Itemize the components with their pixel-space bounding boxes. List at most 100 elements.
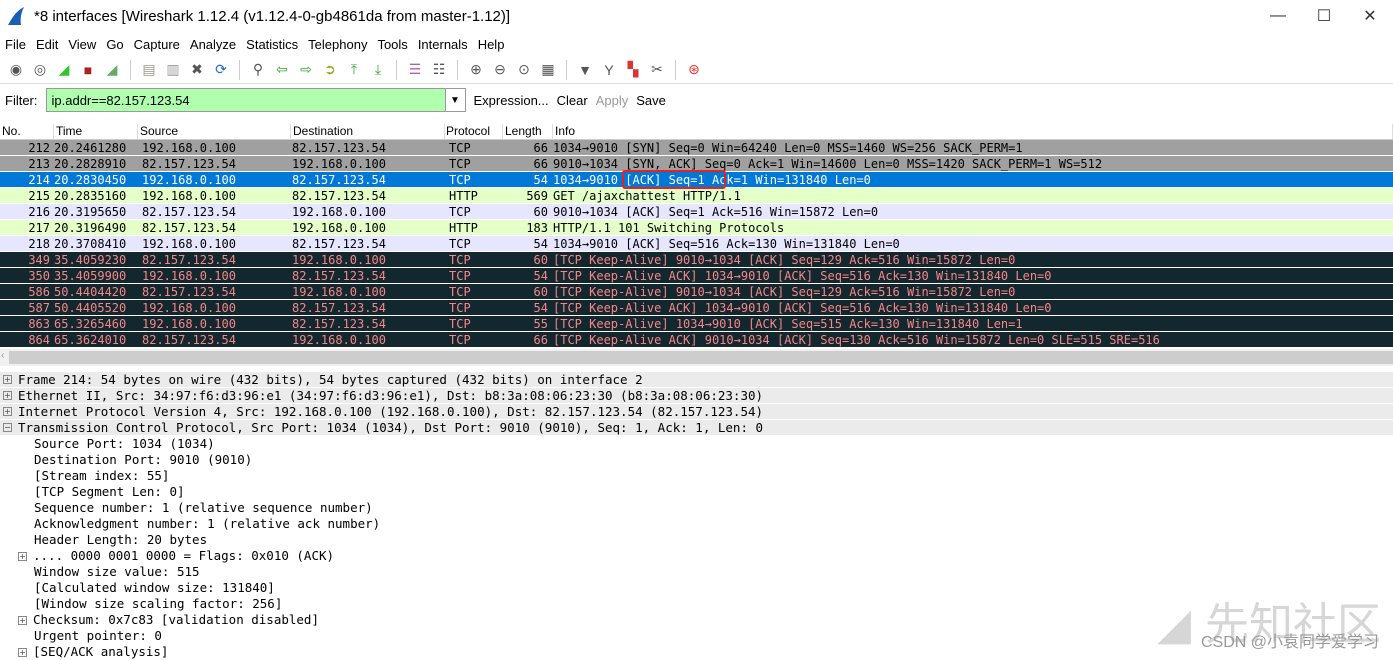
column-header-protocol[interactable]: Protocol — [445, 124, 503, 139]
detail-tree-item[interactable]: Header Length: 20 bytes — [0, 532, 1393, 548]
detail-tree-item[interactable]: + Ethernet II, Src: 34:97:f6:d3:96:e1 (34… — [0, 388, 1393, 404]
filter-dropdown-button[interactable]: ▼ — [445, 88, 466, 112]
detail-tree-item[interactable]: − Transmission Control Protocol, Src Port… — [0, 420, 1393, 436]
colorize-button[interactable]: ☰ — [405, 60, 425, 80]
first-packet-button[interactable]: ⤒ — [344, 60, 364, 80]
reload-button[interactable]: ⟳ — [211, 60, 231, 80]
zoom-in-button[interactable]: ⊕ — [466, 60, 486, 80]
packet-row[interactable]: 350 35.4059900 192.168.0.100 82.157.123.54 T… — [0, 268, 1393, 284]
packet-time: 20.3708410 — [54, 237, 127, 251]
expand-icon[interactable]: + — [3, 407, 12, 416]
packet-destination: 192.168.0.100 — [292, 221, 386, 235]
packet-row[interactable]: 215 20.2835160 192.168.0.100 82.157.123.54 H… — [0, 188, 1393, 204]
collapse-icon[interactable]: − — [3, 423, 12, 432]
detail-tree-item[interactable]: Window size value: 515 — [0, 564, 1393, 580]
menu-edit[interactable]: Edit — [36, 37, 58, 52]
detail-tree-item[interactable]: [Stream index: 55] — [0, 468, 1393, 484]
stop-capture-button[interactable]: ■ — [78, 60, 98, 80]
expand-icon[interactable]: + — [18, 647, 27, 657]
detail-tree-item[interactable]: + Internet Protocol Version 4, Src: 192.1… — [0, 404, 1393, 420]
go-back-button[interactable]: ⇦ — [272, 60, 292, 80]
interfaces-button[interactable]: ◉ — [6, 60, 26, 80]
save-button[interactable]: Save — [636, 93, 666, 108]
close-button[interactable]: ✕ — [1347, 0, 1393, 32]
resize-columns-button[interactable]: ▦ — [538, 60, 558, 80]
menu-help[interactable]: Help — [478, 37, 505, 52]
open-file-button[interactable]: ▤ — [139, 60, 159, 80]
maximize-button[interactable]: ☐ — [1301, 0, 1347, 32]
zoom-out-button[interactable]: ⊖ — [490, 60, 510, 80]
column-header-source[interactable]: Source — [138, 124, 291, 139]
packet-row[interactable]: 587 50.4405520 192.168.0.100 82.157.123.54 T… — [0, 300, 1393, 316]
packet-row[interactable]: 586 50.4404420 82.157.123.54 192.168.0.100 T… — [0, 284, 1393, 300]
menu-view[interactable]: View — [68, 37, 96, 52]
column-header-no[interactable]: No. — [0, 124, 54, 139]
packet-length: 60 — [533, 253, 548, 267]
menu-telephony[interactable]: Telephony — [308, 37, 367, 52]
packet-time: 20.2461280 — [54, 141, 127, 155]
detail-tree-item[interactable]: + Frame 214: 54 bytes on wire (432 bits),… — [0, 372, 1393, 388]
clear-button[interactable]: Clear — [557, 93, 588, 108]
menu-capture[interactable]: Capture — [134, 37, 180, 52]
detail-tree-item[interactable]: [TCP Segment Len: 0] — [0, 484, 1393, 500]
stop-capture-icon: ■ — [83, 61, 93, 78]
menu-analyze[interactable]: Analyze — [190, 37, 236, 52]
column-header-time[interactable]: Time — [54, 124, 138, 139]
menu-file[interactable]: File — [5, 37, 26, 52]
detail-tree-item[interactable]: Acknowledgment number: 1 (relative ack n… — [0, 516, 1393, 532]
column-header-info[interactable]: Info — [553, 124, 1393, 139]
packet-length: 55 — [533, 317, 548, 331]
column-header-length[interactable]: Length — [503, 124, 553, 139]
scrollbar-thumb[interactable] — [9, 351, 1393, 364]
expand-icon[interactable]: + — [3, 375, 12, 384]
coloring-rules-button[interactable]: ▚ — [623, 60, 643, 80]
toolbar-separator — [675, 59, 676, 80]
packet-info: 1034→9010 [SYN] Seq=0 Win=64240 Len=0 MS… — [553, 141, 1023, 155]
detail-tree-item[interactable]: + .... 0000 0001 0000 = Flags: 0x010 (ACK… — [0, 548, 1393, 564]
filter-input[interactable]: ip.addr==82.157.123.54 — [45, 88, 446, 112]
last-packet-button[interactable]: ⤓ — [368, 60, 388, 80]
reload-icon: ⟳ — [215, 61, 227, 77]
packet-row[interactable]: 216 20.3195650 82.157.123.54 192.168.0.100 T… — [0, 204, 1393, 220]
preferences-button[interactable]: ✂ — [647, 60, 667, 80]
packet-protocol: TCP — [449, 301, 471, 315]
find-packet-button[interactable]: ⚲ — [248, 60, 268, 80]
detail-tree-item[interactable]: Source Port: 1034 (1034) — [0, 436, 1393, 452]
minimize-button[interactable]: — — [1255, 0, 1301, 32]
packet-row[interactable]: 212 20.2461280 192.168.0.100 82.157.123.54 T… — [0, 140, 1393, 156]
expand-icon[interactable]: + — [3, 391, 12, 400]
capture-options-button[interactable]: ◎ — [30, 60, 50, 80]
packet-row[interactable]: 864 65.3624010 82.157.123.54 192.168.0.100 T… — [0, 332, 1393, 348]
help-button[interactable]: ⊛ — [684, 60, 704, 80]
expand-icon[interactable]: + — [18, 615, 27, 625]
packet-source: 192.168.0.100 — [142, 317, 236, 331]
menu-internals[interactable]: Internals — [418, 37, 468, 52]
scroll-left-icon[interactable]: ‹ — [1, 350, 4, 361]
apply-button[interactable]: Apply — [596, 93, 629, 108]
packet-row[interactable]: 863 65.3265460 192.168.0.100 82.157.123.54 T… — [0, 316, 1393, 332]
go-forward-button[interactable]: ⇨ — [296, 60, 316, 80]
horizontal-scrollbar[interactable]: ‹ — [0, 349, 1393, 366]
packet-row[interactable]: 217 20.3196490 82.157.123.54 192.168.0.100 H… — [0, 220, 1393, 236]
restart-capture-button[interactable]: ◢ — [102, 60, 122, 80]
menu-statistics[interactable]: Statistics — [246, 37, 298, 52]
menu-go[interactable]: Go — [106, 37, 123, 52]
expand-icon[interactable]: + — [18, 551, 27, 561]
auto-scroll-button[interactable]: ☷ — [429, 60, 449, 80]
display-filters-button[interactable]: Y — [599, 60, 619, 80]
go-to-packet-button[interactable]: ➲ — [320, 60, 340, 80]
packet-row[interactable]: 214 20.2830450 192.168.0.100 82.157.123.54 T… — [0, 170, 1393, 189]
start-capture-button[interactable]: ◢ — [54, 60, 74, 80]
save-file-button[interactable]: ▥ — [163, 60, 183, 80]
detail-tree-item[interactable]: Sequence number: 1 (relative sequence nu… — [0, 500, 1393, 516]
packet-row[interactable]: 218 20.3708410 192.168.0.100 82.157.123.54 T… — [0, 236, 1393, 252]
packet-row[interactable]: 349 35.4059230 82.157.123.54 192.168.0.100 T… — [0, 252, 1393, 268]
close-file-button[interactable]: ✖ — [187, 60, 207, 80]
menu-tools[interactable]: Tools — [377, 37, 407, 52]
zoom-normal-button[interactable]: ⊙ — [514, 60, 534, 80]
capture-filters-button[interactable]: ▼ — [575, 60, 595, 80]
column-header-destination[interactable]: Destination — [291, 124, 445, 139]
title-bar: *8 interfaces [Wireshark 1.12.4 (v1.12.4… — [0, 0, 1393, 32]
detail-tree-item[interactable]: Destination Port: 9010 (9010) — [0, 452, 1393, 468]
expression-button[interactable]: Expression... — [474, 93, 549, 108]
